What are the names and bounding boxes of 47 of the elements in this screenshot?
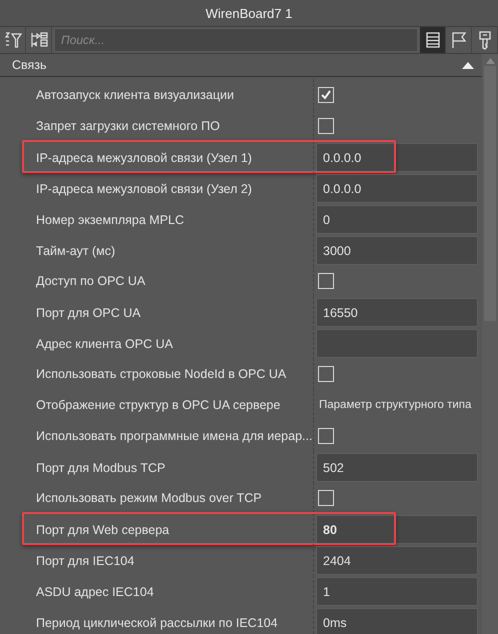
property-value[interactable]: Параметр структурного типа xyxy=(316,398,472,410)
tree-icon xyxy=(30,31,48,49)
property-label: Адрес клиента OPC UA xyxy=(35,336,174,353)
property-label: Автозапуск клиента визуализации xyxy=(35,86,235,104)
property-label: IP-адреса межузловой связи (Узел 1) xyxy=(35,150,253,167)
property-label: Доступ по OPC UA xyxy=(35,272,146,290)
property-label: Использовать режим Modbus over TCP xyxy=(35,490,263,507)
property-label: Номер экземпляра MPLC xyxy=(35,212,186,229)
property-label: Порт для Web сервера xyxy=(35,522,170,539)
property-label: Запрет загрузки системного ПО xyxy=(35,118,221,135)
property-label: IP-адреса межузловой связи (Узел 2) xyxy=(35,180,253,198)
property-label: Порт для Modbus TCP xyxy=(35,460,166,477)
property-label: Порт для OPC UA xyxy=(35,304,142,322)
scrollbar[interactable] xyxy=(482,54,498,634)
sort-filter-icon xyxy=(4,31,22,49)
value-field[interactable]: 0.0.0.0 xyxy=(316,143,478,172)
property-label: Использовать программные имена для иерар... xyxy=(35,428,312,445)
checkbox[interactable] xyxy=(318,428,334,444)
value-field[interactable] xyxy=(316,329,478,358)
checkbox[interactable] xyxy=(318,366,334,382)
property-label: ASDU адрес IEC104 xyxy=(35,584,155,601)
property-label: Отображение структур в OPC UA сервере xyxy=(35,396,282,414)
checkbox[interactable] xyxy=(318,86,334,102)
key-icon xyxy=(478,30,492,50)
checkbox[interactable] xyxy=(318,118,334,134)
value-field[interactable]: 2404 xyxy=(316,546,478,575)
checkbox[interactable] xyxy=(318,490,334,506)
property-label: Порт для IEC104 xyxy=(35,552,136,570)
property-label: Использовать строковые NodeId в OPC UA xyxy=(35,366,288,383)
search-field[interactable]: Поиск... xyxy=(54,28,418,52)
flag-icon xyxy=(450,31,466,49)
value-field[interactable]: 502 xyxy=(316,453,478,482)
list-icon xyxy=(424,31,440,49)
value-field[interactable]: 0 xyxy=(316,205,478,234)
value-field[interactable]: 80 xyxy=(316,515,478,544)
checkbox[interactable] xyxy=(318,272,334,288)
section-title: Связь xyxy=(12,58,47,72)
value-field[interactable]: 0ms xyxy=(316,608,478,634)
property-label: Период циклической рассылки по IEC104 xyxy=(35,614,279,632)
property-label: Тайм-аут (мс) xyxy=(35,242,116,260)
value-field[interactable]: 3000 xyxy=(316,236,478,265)
value-field[interactable]: 0.0.0.0 xyxy=(316,174,478,203)
window-title: WirenBoard7 1 xyxy=(0,0,498,27)
collapse-icon[interactable] xyxy=(462,62,474,68)
value-field[interactable]: 16550 xyxy=(316,298,478,327)
value-field[interactable]: 1 xyxy=(316,577,478,606)
list-button[interactable] xyxy=(420,27,446,53)
